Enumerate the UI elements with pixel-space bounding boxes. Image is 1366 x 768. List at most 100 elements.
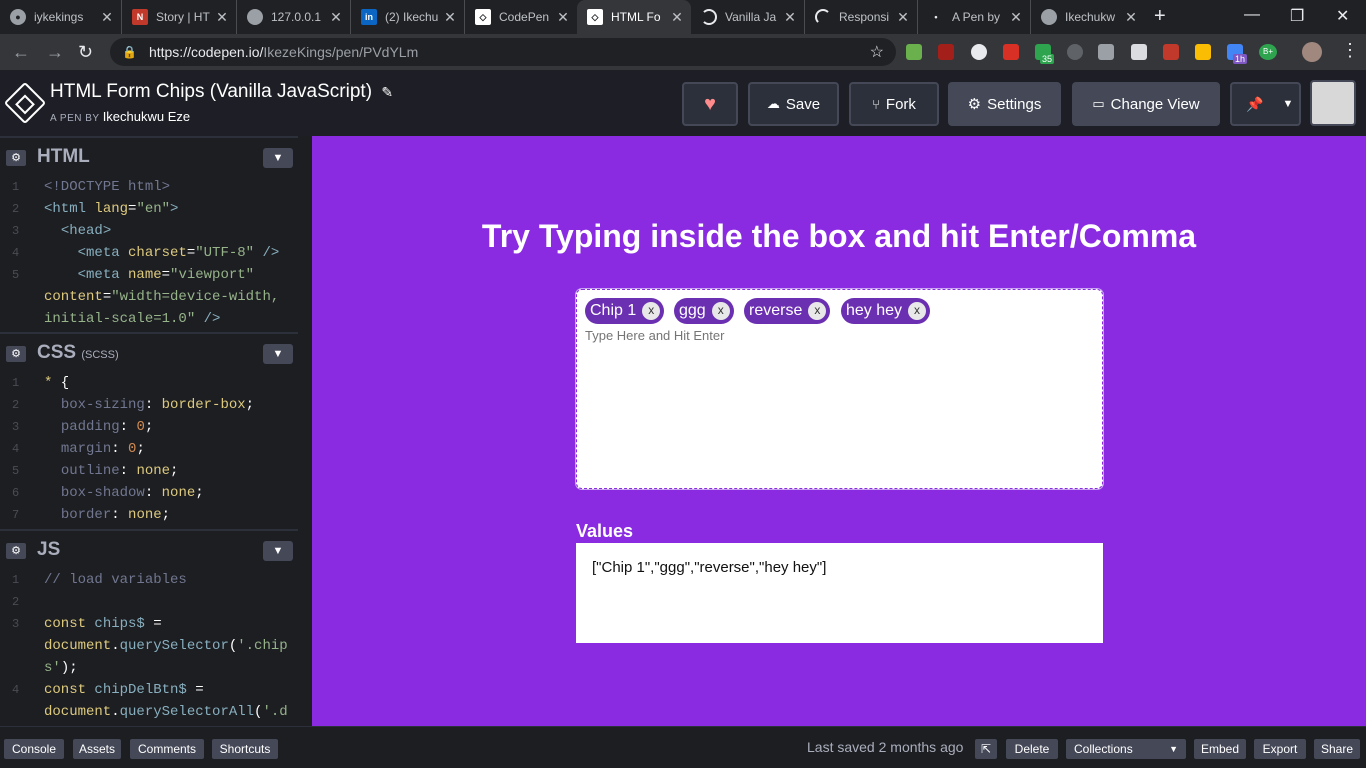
css-panel: ⚙ CSS (SCSS) ▼ 1 * { 2 box-sizing: border… — [0, 332, 298, 530]
browser-tab[interactable]: • A Pen by ✕ — [918, 0, 1031, 34]
css-editor[interactable]: 1 * { 2 box-sizing: border-box; 3 padding… — [0, 372, 298, 530]
external-link-icon[interactable]: ⇱ — [975, 739, 997, 759]
tab-title: Story | HT — [156, 10, 210, 24]
extension-icon[interactable] — [1067, 44, 1083, 60]
chip-text-input[interactable]: Type Here and Hit Enter — [585, 328, 724, 343]
fork-icon: ⑂ — [872, 96, 880, 112]
restore-icon[interactable]: ❐ — [1290, 6, 1304, 26]
extension-icon[interactable] — [1098, 44, 1114, 60]
settings-button[interactable]: ⚙ Settings — [948, 82, 1061, 126]
love-button[interactable]: ♥ — [682, 82, 738, 126]
browser-tab[interactable]: ● iykekings ✕ — [0, 0, 122, 34]
forward-icon[interactable]: → — [46, 42, 64, 63]
lock-icon: 🔒 — [122, 45, 137, 59]
bookmark-star-icon[interactable]: ☆ — [870, 42, 884, 62]
extension-icon[interactable] — [1131, 44, 1147, 60]
menu-icon[interactable]: ⋮ — [1341, 40, 1359, 61]
codepen-logo-icon[interactable] — [3, 81, 47, 125]
chip: ggg x — [674, 298, 734, 324]
author-link[interactable]: Ikechukwu Eze — [103, 109, 190, 124]
close-window-icon[interactable]: ✕ — [1336, 6, 1349, 26]
browser-tab[interactable]: ◇ CodePen ✕ — [465, 0, 577, 34]
close-icon[interactable]: ✕ — [1008, 9, 1024, 26]
panel-title: HTML — [37, 146, 90, 167]
chevron-down-icon[interactable]: ▼ — [263, 541, 293, 561]
export-button[interactable]: Export — [1254, 739, 1306, 759]
result-preview: Try Typing inside the box and hit Enter/… — [312, 136, 1366, 726]
console-button[interactable]: Console — [4, 739, 64, 759]
reload-icon[interactable]: ↻ — [78, 42, 93, 63]
js-editor[interactable]: 1// load variables 2 3 const chips$ = doc… — [0, 569, 298, 726]
gear-icon[interactable]: ⚙ — [6, 346, 26, 362]
browser-tab-active[interactable]: ◇ HTML Fo ✕ — [577, 0, 691, 34]
change-view-button[interactable]: ▭ Change View — [1072, 82, 1220, 126]
save-button[interactable]: ☁ Save — [748, 82, 839, 126]
chips-input-box[interactable]: Chip 1 x ggg x reverse x hey hey x Type … — [576, 289, 1103, 489]
close-icon[interactable]: ✕ — [442, 9, 458, 26]
collections-dropdown[interactable]: Collections ▼ — [1066, 739, 1186, 759]
chip-delete-button[interactable]: x — [908, 302, 927, 320]
browser-tab[interactable]: N Story | HT ✕ — [122, 0, 237, 34]
html-panel-header: ⚙ HTML ▼ — [0, 136, 298, 176]
fork-label: Fork — [885, 95, 916, 113]
close-icon[interactable]: ✕ — [1123, 9, 1139, 26]
close-icon[interactable]: ✕ — [555, 9, 571, 26]
extension-icon[interactable] — [906, 44, 922, 60]
minimize-icon[interactable]: — — [1244, 6, 1260, 24]
tab-title: Responsi — [839, 10, 890, 24]
browser-tab[interactable]: Ikechukw ✕ — [1031, 0, 1145, 34]
css-panel-header: ⚙ CSS (SCSS) ▼ — [0, 332, 298, 372]
extension-badge[interactable]: B+ — [1259, 44, 1277, 60]
back-icon[interactable]: ← — [12, 42, 30, 63]
pdf-icon[interactable] — [1003, 44, 1019, 60]
assets-button[interactable]: Assets — [73, 739, 121, 759]
pin-dropdown[interactable]: ▼ — [1277, 82, 1301, 126]
loading-icon — [701, 9, 717, 25]
fork-button[interactable]: ⑂ Fork — [849, 82, 939, 126]
chip-delete-button[interactable]: x — [808, 302, 827, 320]
profile-avatar[interactable] — [1302, 42, 1322, 62]
ublock-icon[interactable] — [938, 44, 954, 60]
close-icon[interactable]: ✕ — [99, 9, 115, 26]
user-avatar[interactable] — [1310, 80, 1356, 126]
close-icon[interactable]: ✕ — [895, 9, 911, 26]
pen-author: A PEN BY Ikechukwu Eze — [50, 109, 190, 124]
chevron-down-icon[interactable]: ▼ — [263, 148, 293, 168]
browser-tab[interactable]: Responsi ✕ — [805, 0, 918, 34]
codepen-header: HTML Form Chips (Vanilla JavaScript) ✎ A… — [0, 70, 1366, 136]
close-icon[interactable]: ✕ — [214, 9, 230, 26]
chevron-down-icon[interactable]: ▼ — [263, 344, 293, 364]
pin-button[interactable]: 📌 — [1230, 82, 1278, 126]
delete-button[interactable]: Delete — [1006, 739, 1058, 759]
chip-delete-button[interactable]: x — [642, 302, 661, 320]
browser-tab[interactable]: in (2) Ikechu ✕ — [351, 0, 465, 34]
shortcuts-button[interactable]: Shortcuts — [212, 739, 278, 759]
close-icon[interactable]: ✕ — [669, 9, 685, 26]
html-editor[interactable]: 1 <!DOCTYPE html> 2 <html lang="en"> 3 <he… — [0, 176, 298, 334]
gear-icon[interactable]: ⚙ — [6, 150, 26, 166]
chip-delete-button[interactable]: x — [711, 302, 730, 320]
panel-title: JS — [37, 539, 61, 560]
close-icon[interactable]: ✕ — [782, 9, 798, 26]
tab-title: HTML Fo — [611, 10, 661, 24]
url-path: IkezeKings/pen/PVdYLm — [263, 44, 419, 60]
url-field[interactable]: 🔒 https://codepen.io/IkezeKings/pen/PVdY… — [110, 38, 896, 66]
share-button[interactable]: Share — [1314, 739, 1360, 759]
globe-icon — [247, 9, 263, 25]
google-drive-icon[interactable] — [1195, 44, 1211, 60]
comments-button[interactable]: Comments — [130, 739, 204, 759]
new-tab-icon[interactable]: + — [1154, 5, 1166, 28]
gear-icon: ⚙ — [967, 96, 982, 113]
close-icon[interactable]: ✕ — [328, 9, 344, 26]
dot-icon: • — [934, 12, 938, 22]
embed-button[interactable]: Embed — [1194, 739, 1246, 759]
extension-icon[interactable] — [1163, 44, 1179, 60]
save-label: Save — [785, 95, 821, 113]
result-heading: Try Typing inside the box and hit Enter/… — [481, 218, 1197, 254]
gear-icon[interactable]: ⚙ — [6, 543, 26, 559]
browser-tab[interactable]: Vanilla Ja ✕ — [691, 0, 805, 34]
tab-title: Ikechukw — [1065, 10, 1116, 24]
browser-tab[interactable]: 127.0.0.1 ✕ — [237, 0, 351, 34]
extension-icon[interactable] — [971, 44, 987, 60]
pencil-icon[interactable]: ✎ — [381, 84, 393, 100]
